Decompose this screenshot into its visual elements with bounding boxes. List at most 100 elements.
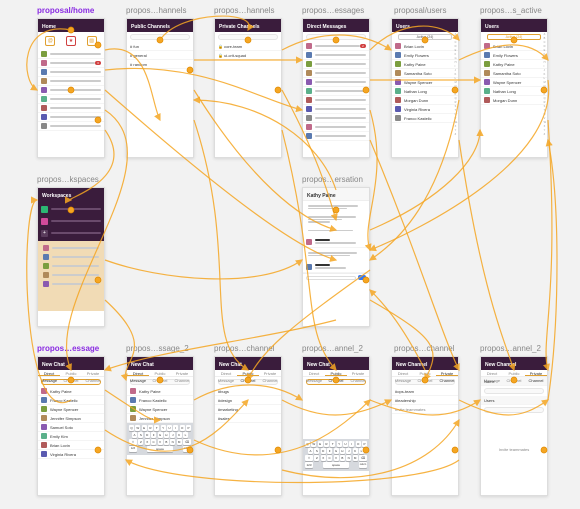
dm-row[interactable] bbox=[303, 105, 369, 114]
contact-row[interactable]: Wayne Spencer bbox=[127, 405, 193, 414]
contact-row[interactable]: Emily Kim bbox=[38, 432, 104, 441]
dm-row[interactable] bbox=[303, 87, 369, 96]
user-row[interactable]: Virginia Rivera bbox=[392, 105, 458, 114]
home-item[interactable] bbox=[38, 113, 104, 122]
artboard-new-channel-public[interactable]: New Chat Direct MessagePublic ChannelPri… bbox=[214, 356, 282, 496]
tab-dm[interactable]: Direct Message bbox=[481, 370, 503, 376]
user-row[interactable]: Nathan Long bbox=[481, 87, 547, 96]
tab-public[interactable]: Public Channel bbox=[149, 370, 171, 376]
dm-row[interactable] bbox=[303, 132, 369, 141]
artboard-private-channels[interactable]: Private Channels 🔒 core-team 🔒 ui-crit-s… bbox=[214, 18, 282, 158]
key-123[interactable]: 123 bbox=[129, 446, 137, 452]
artboard-new-channel-public-2[interactable]: New Chat Direct MessagePublic ChannelPri… bbox=[302, 356, 370, 496]
tab-dm[interactable]: Direct Message bbox=[38, 370, 60, 376]
active-filter-button[interactable]: Active (24) bbox=[398, 34, 452, 40]
artboard-new-message-2[interactable]: New Chat Direct MessagePublic ChannelPri… bbox=[126, 356, 194, 496]
contact-row[interactable]: Brian Lovin bbox=[38, 441, 104, 450]
artboard-new-message[interactable]: New Chat Direct Message Public Channel P… bbox=[37, 356, 105, 496]
user-row[interactable]: Nathan Long bbox=[392, 87, 458, 96]
workspace-item[interactable] bbox=[41, 204, 101, 214]
overlay-item[interactable] bbox=[40, 279, 102, 288]
message[interactable] bbox=[306, 203, 366, 212]
user-row[interactable]: Brian Lovin bbox=[481, 42, 547, 51]
alpha-index[interactable]: ABCDEFGHIJKLMNOPQRSTUVWXYZ bbox=[544, 33, 546, 137]
field-row[interactable]: Invite teammates bbox=[392, 405, 458, 414]
artboard-public-channels[interactable]: Public Channels # fun # general # random bbox=[126, 18, 194, 158]
label-newchan2b[interactable]: propos…annel_2 bbox=[480, 344, 541, 353]
home-item[interactable] bbox=[38, 50, 104, 59]
tab-private[interactable]: Private Channel bbox=[82, 370, 104, 376]
home-item[interactable] bbox=[38, 86, 104, 95]
channel-row[interactable]: #leadership bbox=[392, 396, 458, 405]
message[interactable] bbox=[306, 228, 366, 235]
label-newmsg[interactable]: propos…essage bbox=[37, 344, 99, 353]
label-workspaces[interactable]: propos…kspaces bbox=[37, 175, 99, 184]
tab-dm[interactable]: Direct Message bbox=[127, 370, 149, 376]
key-return[interactable]: return bbox=[183, 446, 191, 452]
search-input[interactable] bbox=[306, 34, 366, 40]
channel-row[interactable]: # general bbox=[127, 51, 193, 60]
contact-row[interactable]: Franco Kastelic bbox=[127, 396, 193, 405]
user-row[interactable]: Samantha Soto bbox=[481, 69, 547, 78]
channel-row[interactable]: 🔒 core-team bbox=[215, 42, 281, 51]
tab-private[interactable]: Private Channel bbox=[171, 370, 193, 376]
shortcut-files-icon[interactable]: ▧ bbox=[87, 36, 97, 46]
channel-row[interactable]: # fun bbox=[127, 42, 193, 51]
search-input[interactable] bbox=[218, 34, 278, 40]
label-dms[interactable]: propos…essages bbox=[302, 6, 364, 15]
tab-public[interactable]: Public Channel bbox=[237, 370, 259, 376]
dm-row[interactable]: 2 bbox=[303, 42, 369, 51]
dm-row[interactable] bbox=[303, 78, 369, 87]
channel-row[interactable]: #ops-team bbox=[392, 387, 458, 396]
home-item[interactable] bbox=[38, 122, 104, 131]
tab-dm[interactable]: Direct Message bbox=[392, 370, 414, 376]
user-row[interactable]: Emily Flowers bbox=[481, 51, 547, 60]
overlay-item[interactable] bbox=[40, 261, 102, 270]
contact-row[interactable]: Samuel Soto bbox=[38, 423, 104, 432]
channel-row[interactable]: #design bbox=[215, 396, 281, 405]
contact-row[interactable]: Jennifer Simpson bbox=[127, 414, 193, 423]
dm-row[interactable] bbox=[303, 51, 369, 60]
contact-row[interactable]: Wayne Spencer bbox=[38, 405, 104, 414]
name-input[interactable] bbox=[484, 388, 544, 394]
label-newchan2a[interactable]: propos…annel_2 bbox=[302, 344, 363, 353]
alpha-index[interactable]: ABCDEFGHIJKLMNOPQRSTUVWXYZ bbox=[455, 33, 457, 137]
user-row[interactable]: Emily Flowers bbox=[392, 51, 458, 60]
user-row[interactable]: Kathy Paine bbox=[481, 60, 547, 69]
channel-row[interactable]: #bugs bbox=[215, 387, 281, 396]
keyboard[interactable]: QWERTYUIOP ASDFGHJKL ⇧ZXCVBNM⌫ 123spacer… bbox=[127, 423, 193, 455]
workspace-add[interactable]: + bbox=[41, 228, 101, 238]
contact-row[interactable]: Virginia Rivera bbox=[38, 450, 104, 459]
dm-row[interactable] bbox=[303, 69, 369, 78]
artboard-users[interactable]: Users Active (24) Brian Lovin Emily Flow… bbox=[391, 18, 459, 158]
artboard-direct-messages[interactable]: Direct Messages 2 bbox=[302, 18, 370, 158]
user-row[interactable]: Kathy Paine bbox=[392, 60, 458, 69]
home-item[interactable] bbox=[38, 104, 104, 113]
label-privchan[interactable]: propos…hannels bbox=[214, 6, 274, 15]
dm-row[interactable] bbox=[303, 114, 369, 123]
label-home[interactable]: proposal/home bbox=[37, 6, 94, 15]
home-item[interactable] bbox=[38, 77, 104, 86]
overlay-item[interactable] bbox=[40, 270, 102, 279]
user-row[interactable]: Brian Lovin bbox=[392, 42, 458, 51]
home-item[interactable] bbox=[38, 68, 104, 77]
label-users-act[interactable]: propos…s_active bbox=[480, 6, 542, 15]
dm-row[interactable] bbox=[303, 60, 369, 69]
keyboard[interactable]: QWERTYUIOP ASDFGHJKL ⇧ZXCVBNM⌫ 123spacer… bbox=[303, 439, 369, 471]
search-input[interactable] bbox=[130, 34, 190, 40]
message[interactable] bbox=[306, 250, 366, 259]
tab-dm[interactable]: Direct Message bbox=[303, 370, 325, 376]
artboard-home[interactable]: Home @ ★ ▧ 3 bbox=[37, 18, 105, 158]
tab-public[interactable]: Public Channel bbox=[60, 370, 82, 376]
send-button[interactable] bbox=[358, 275, 366, 280]
contact-row[interactable]: Kathy Paine bbox=[127, 387, 193, 396]
label-pubchan[interactable]: propos…hannels bbox=[126, 6, 186, 15]
user-row[interactable]: Morgan Dunn bbox=[392, 96, 458, 105]
contact-row[interactable]: Franco Kastelic bbox=[38, 396, 104, 405]
tab-private[interactable]: Private Channel bbox=[347, 370, 369, 376]
artboard-conversation[interactable]: Kathy Paine bbox=[302, 187, 370, 327]
label-newmsg2[interactable]: propos…ssage_2 bbox=[126, 344, 189, 353]
users-input[interactable] bbox=[484, 407, 544, 413]
label-users[interactable]: proposal/users bbox=[394, 6, 446, 15]
contact-row[interactable]: Jennifer Simpson bbox=[38, 414, 104, 423]
